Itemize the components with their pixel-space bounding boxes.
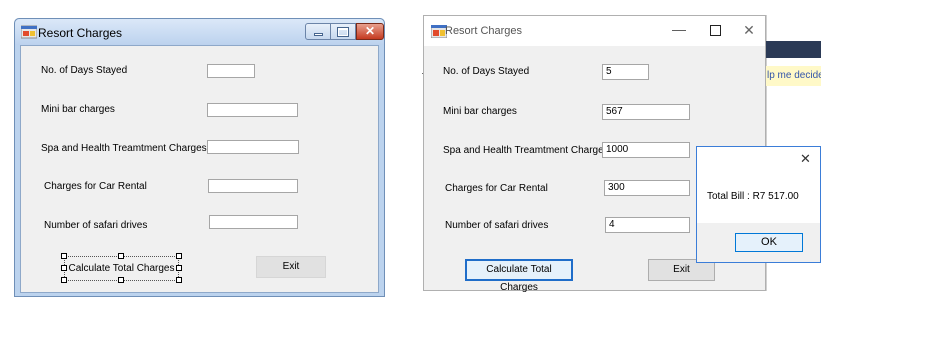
title-bar: Resort Charges ✕ (15, 19, 384, 45)
minimize-icon (314, 33, 323, 36)
days-label: No. of Days Stayed (41, 65, 128, 76)
safari-input[interactable]: 4 (605, 217, 690, 233)
close-icon: ✕ (743, 22, 755, 38)
minimize-button[interactable]: — (664, 22, 694, 40)
title-bar: Resort Charges — ✕ (424, 16, 765, 46)
car-label: Charges for Car Rental (44, 181, 147, 192)
calculate-button-label: Calculate Total Charges (68, 263, 175, 274)
exit-button[interactable]: Exit (256, 256, 326, 278)
minimize-button[interactable] (305, 23, 331, 40)
spa-input[interactable] (207, 140, 299, 154)
close-button[interactable]: ✕ (356, 23, 384, 40)
safari-input[interactable] (209, 215, 298, 229)
close-button[interactable]: ✕ (734, 22, 764, 40)
close-icon: ✕ (364, 24, 376, 38)
edge-mark: · (421, 68, 424, 78)
resize-handle[interactable] (176, 265, 182, 271)
minibar-input[interactable] (207, 103, 298, 117)
car-input[interactable] (208, 179, 298, 193)
days-input[interactable] (207, 64, 255, 78)
days-label: No. of Days Stayed (443, 66, 530, 77)
resize-handle[interactable] (61, 265, 67, 271)
spa-label: Spa and Health Treamtment Charges (41, 143, 207, 154)
spa-label: Spa and Health Treamtment Charges (443, 145, 609, 156)
minibar-label: Mini bar charges (41, 104, 115, 115)
window-title: Resort Charges (38, 26, 123, 40)
resize-handle[interactable] (61, 277, 67, 283)
close-icon[interactable]: ✕ (800, 151, 811, 167)
message-text: Total Bill : R7 517.00 (707, 191, 799, 202)
safari-label: Number of safari drives (44, 220, 148, 231)
maximize-icon (337, 27, 349, 37)
resize-handle[interactable] (118, 253, 124, 259)
resize-handle[interactable] (176, 277, 182, 283)
resize-handle[interactable] (118, 277, 124, 283)
resize-handle[interactable] (61, 253, 67, 259)
safari-label: Number of safari drives (445, 220, 549, 231)
spa-input[interactable]: 1000 (602, 142, 690, 158)
resize-handle[interactable] (176, 253, 182, 259)
window-title: Resort Charges (445, 25, 523, 37)
form-icon (21, 25, 37, 39)
calculate-button[interactable]: Calculate Total Charges (465, 259, 573, 293)
ok-button[interactable]: OK (735, 233, 803, 252)
car-input[interactable]: 300 (604, 180, 690, 196)
minimize-icon: — (672, 21, 686, 37)
car-label: Charges for Car Rental (445, 183, 548, 194)
days-input[interactable]: 5 (602, 64, 649, 80)
minibar-label: Mini bar charges (443, 106, 517, 117)
message-box: ✕ Total Bill : R7 517.00 OK (696, 146, 821, 263)
message-box-footer: OK (697, 223, 820, 262)
maximize-icon (710, 25, 721, 36)
maximize-button[interactable] (702, 22, 732, 40)
maximize-button[interactable] (331, 23, 356, 40)
minibar-input[interactable]: 567 (602, 104, 690, 120)
background-banner: lp me decide (766, 66, 821, 86)
background-toolbar (766, 41, 821, 58)
